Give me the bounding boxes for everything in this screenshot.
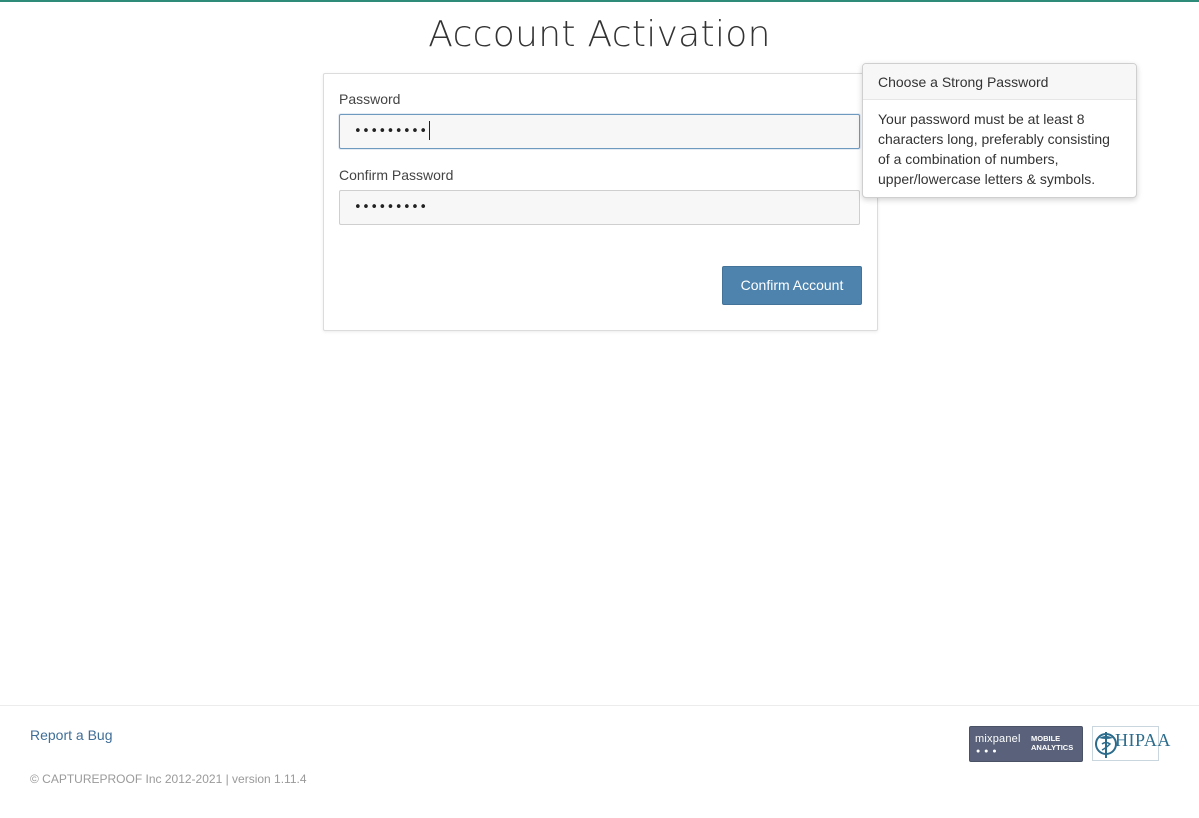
hipaa-badge[interactable]: HIPAA [1092,726,1170,761]
password-label: Password [339,91,401,107]
footer-divider [0,705,1199,706]
mixpanel-subtitle: MOBILE ANALYTICS [1031,734,1081,752]
report-bug-link[interactable]: Report a Bug [30,727,113,743]
mixpanel-dots-icon: ● ● ● [976,748,998,755]
confirm-password-label: Confirm Password [339,167,454,183]
confirm-password-input[interactable]: ••••••••• [339,190,860,225]
password-input[interactable]: ••••••••• [339,114,860,149]
text-caret [428,121,430,140]
password-value: ••••••••• [354,124,428,139]
activation-form: Password ••••••••• Confirm Password ••••… [323,73,878,331]
mixpanel-logo-icon: mixpanel [975,733,1021,745]
hipaa-label: HIPAA [1115,730,1171,750]
password-hint-popover: Choose a Strong Password Your password m… [862,63,1137,198]
mixpanel-sub-line1: MOBILE [1031,734,1061,743]
top-accent-bar [0,0,1199,2]
page-title: Account Activation [428,14,771,55]
confirm-account-button[interactable]: Confirm Account [722,266,862,305]
confirm-password-value: ••••••••• [354,200,428,215]
copyright-text: © CAPTUREPROOF Inc 2012-2021 | version 1… [30,772,307,786]
mixpanel-sub-line2: ANALYTICS [1031,743,1074,752]
popover-body: Your password must be at least 8 charact… [878,111,1110,187]
mixpanel-badge[interactable]: mixpanel ● ● ● MOBILE ANALYTICS [969,726,1083,762]
popover-title: Choose a Strong Password [863,64,1136,100]
